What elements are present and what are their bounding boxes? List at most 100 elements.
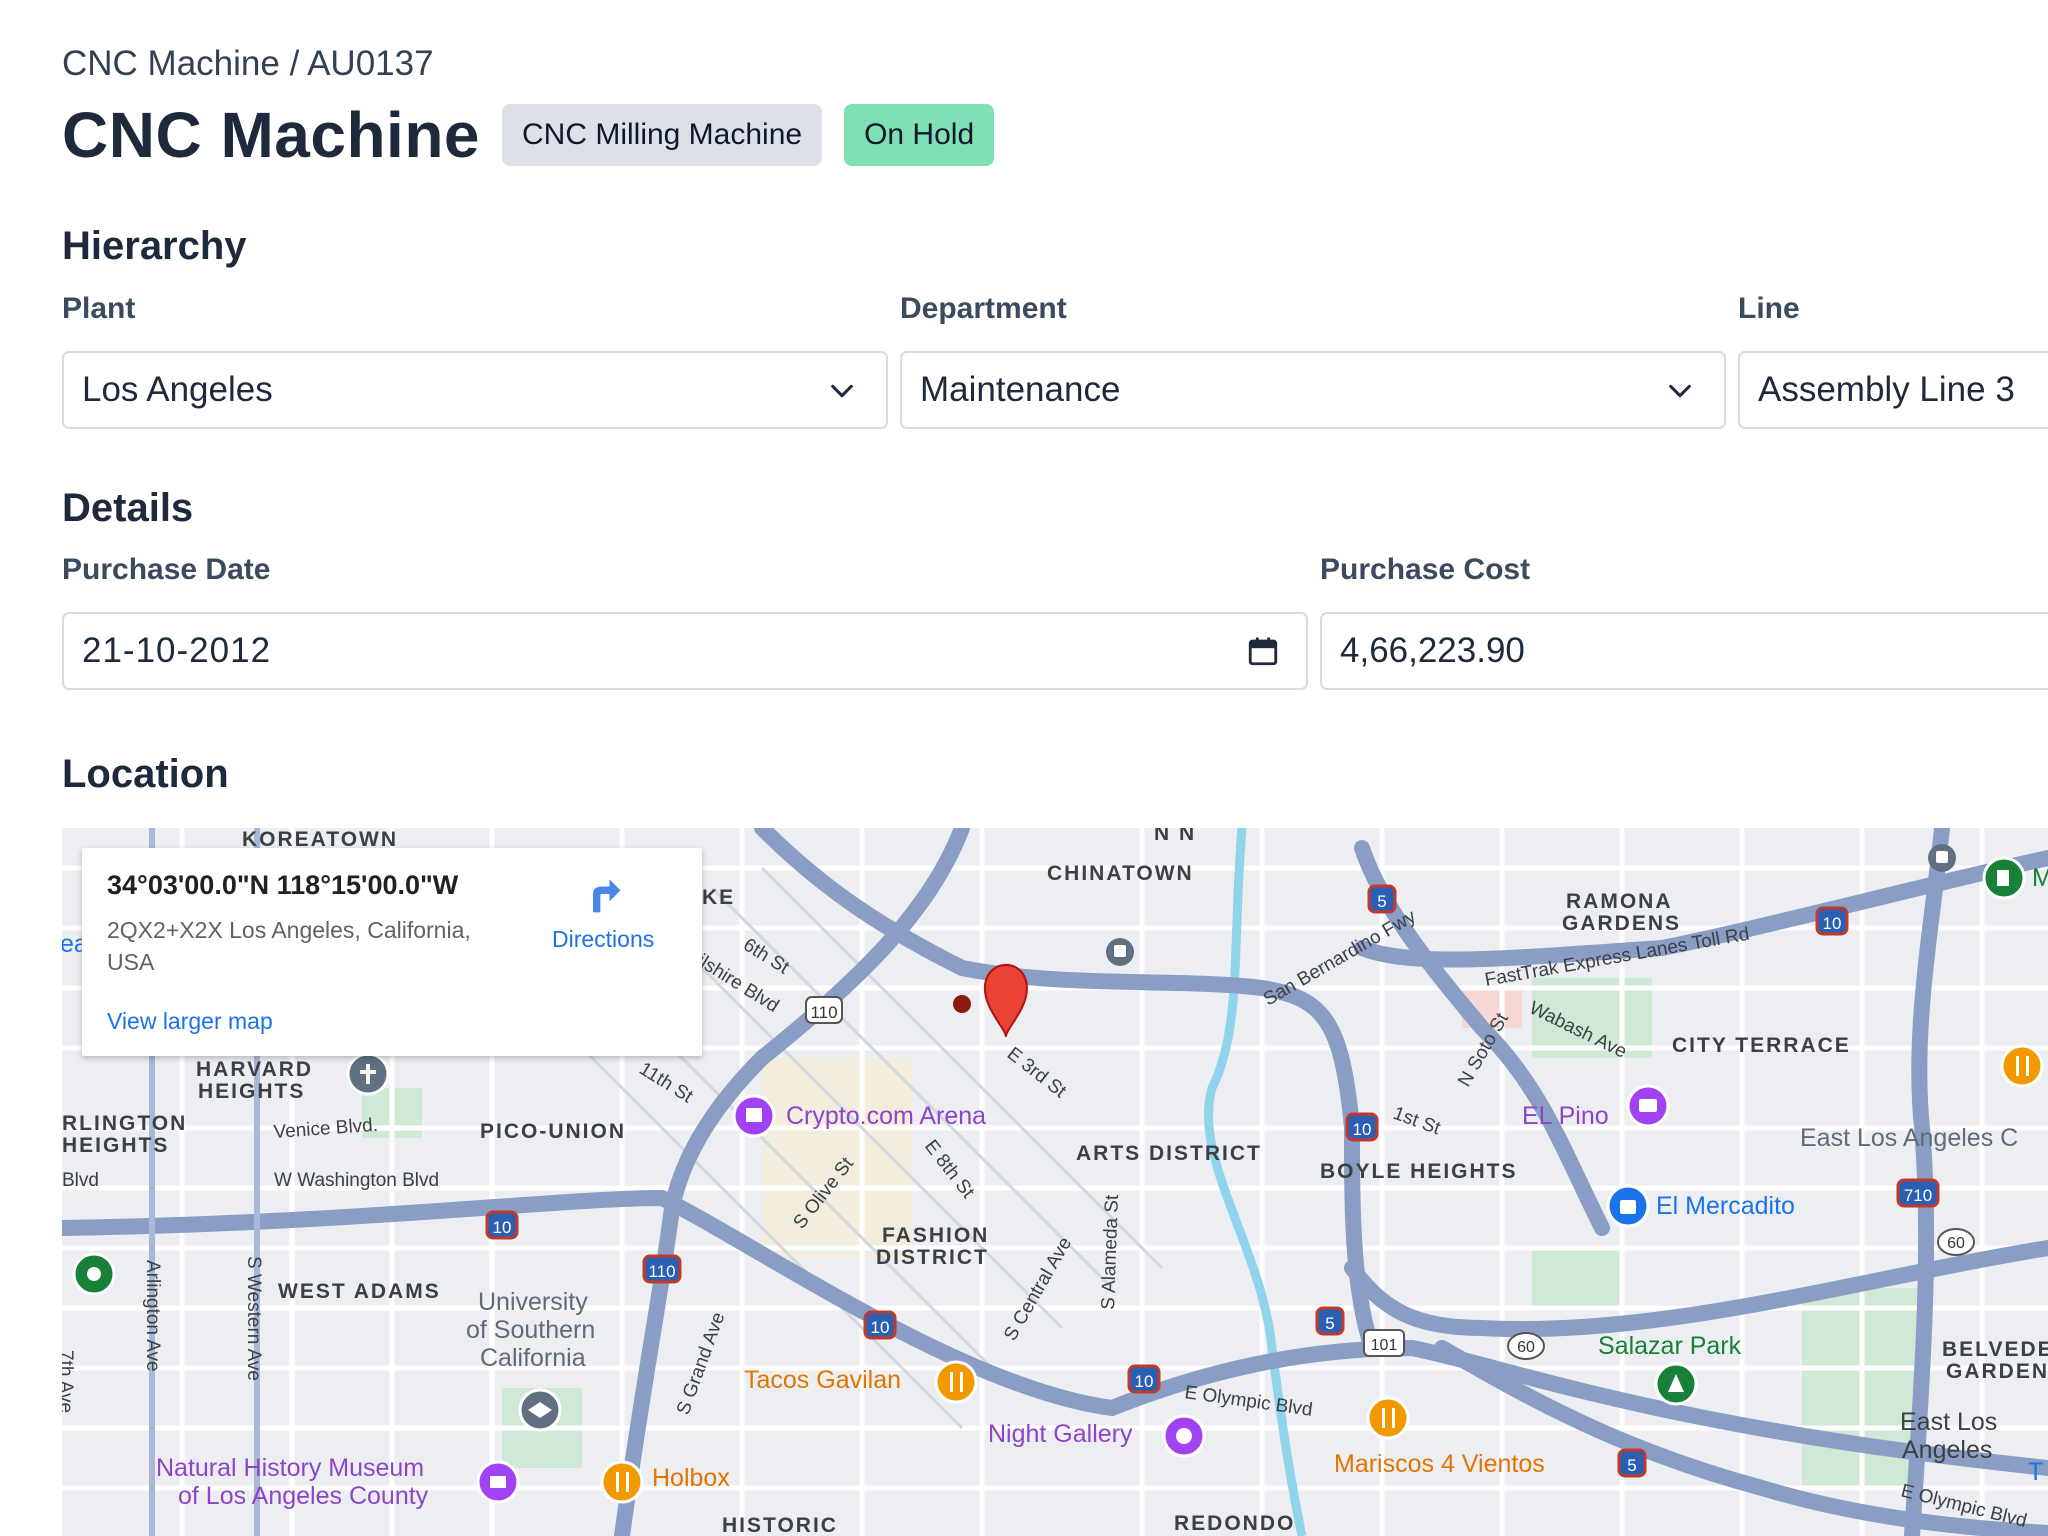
poi-label: El Mercadito — [1656, 1192, 1795, 1220]
details-heading: Details — [62, 486, 194, 530]
poi-label: of Los Angeles County — [178, 1482, 429, 1510]
map-label: GARDENS — [1562, 912, 1681, 935]
gas-icon — [1982, 856, 2026, 900]
poi-label: Natural History Museum — [156, 1454, 424, 1482]
breadcrumb[interactable]: CNC Machine / AU0137 — [62, 44, 434, 84]
plant-value: Los Angeles — [82, 370, 273, 409]
map-label: KE — [702, 886, 735, 909]
map-label: RAMONA — [1566, 890, 1673, 913]
poi-label: Mariscos 4 Vientos — [1334, 1450, 1545, 1478]
street-label: S Western Ave — [243, 1256, 264, 1381]
school-icon — [518, 1388, 562, 1432]
department-select[interactable]: Maintenance — [900, 351, 1726, 429]
map-label: BOYLE HEIGHTS — [1320, 1160, 1518, 1183]
poi-label: California — [480, 1344, 586, 1372]
hierarchy-heading: Hierarchy — [62, 224, 247, 268]
shield-label: 710 — [1904, 1186, 1932, 1205]
museum-icon — [1162, 1414, 1206, 1458]
shield-label: 10 — [871, 1318, 890, 1337]
arena-icon — [732, 1094, 776, 1138]
page-title: CNC Machine — [62, 99, 480, 171]
directions-link[interactable]: Directions — [552, 926, 654, 953]
purchase-cost-input[interactable]: 4,66,223.90 — [1320, 612, 2048, 690]
restaurant-icon — [600, 1460, 644, 1504]
poi-label: EL Pino — [1522, 1102, 1609, 1130]
restaurant-icon — [1366, 1396, 1410, 1440]
view-larger-map-link[interactable]: View larger map — [107, 1008, 273, 1035]
map-label: REDONDO — [1174, 1512, 1295, 1535]
street-label: W Washington Blvd — [274, 1170, 439, 1191]
map-label: PICO-UNION — [480, 1120, 626, 1143]
map-label: HARVARD — [196, 1058, 313, 1081]
shield-label: 5 — [1377, 892, 1386, 911]
shield-label: 60 — [1517, 1339, 1535, 1356]
street-label: Blvd — [62, 1170, 99, 1191]
transit-icon — [1106, 938, 1134, 966]
park-icon — [1654, 1362, 1698, 1406]
plant-select[interactable]: Los Angeles — [62, 351, 888, 429]
camera-icon — [1626, 1084, 1670, 1128]
map-label: GARDEN — [1946, 1360, 2048, 1383]
transit-icon — [1928, 844, 1956, 872]
street-label: 7th Ave — [62, 1350, 76, 1413]
poi-label: Angeles — [1902, 1436, 1992, 1464]
poi-label: Salazar Park — [1598, 1332, 1742, 1360]
street-label: Venice Blvd. — [273, 1115, 379, 1143]
museum-icon — [476, 1460, 520, 1504]
poi-label: East Los Angeles C — [1800, 1124, 2018, 1152]
department-value: Maintenance — [920, 370, 1121, 409]
poi-label: Crypto.com Arena — [786, 1102, 986, 1130]
address: 2QX2+X2X Los Angeles, California, USA — [107, 917, 471, 975]
poi-label: M — [2032, 864, 2048, 892]
poi-label: Tacos Gavilan — [744, 1366, 901, 1394]
title-row: CNC Machine CNC Milling Machine On Hold — [62, 98, 995, 172]
shield-label: 10 — [1353, 1120, 1372, 1139]
shield-label: 101 — [1371, 1337, 1398, 1354]
purchase-date-label: Purchase Date — [62, 553, 271, 586]
line-select[interactable]: Assembly Line 3 — [1738, 351, 2048, 429]
park-area — [1532, 1248, 1622, 1308]
map-info-card: 34°03'00.0"N 118°15'00.0"W 2QX2+X2X Los … — [82, 848, 702, 1056]
garden-icon — [72, 1252, 116, 1296]
poi-label: East Los — [1900, 1408, 1997, 1436]
shield-label: 10 — [1823, 914, 1842, 933]
church-icon — [346, 1052, 390, 1096]
purchase-date-input[interactable]: 21-10-2012 — [62, 612, 1308, 690]
street-label: S Alameda St — [1098, 1194, 1123, 1311]
purchase-cost-value: 4,66,223.90 — [1340, 631, 1525, 670]
map-label: WEST ADAMS — [278, 1280, 441, 1303]
map-label: HEIGHTS — [198, 1080, 305, 1103]
shield-label: 110 — [648, 1262, 675, 1281]
shield-label: 10 — [493, 1218, 512, 1237]
line-label: Line — [1738, 292, 1800, 325]
plant-label: Plant — [62, 292, 136, 325]
restaurant-icon — [2000, 1044, 2044, 1088]
map-label: CITY TERRACE — [1672, 1034, 1851, 1057]
street-label: E Olympic Blvd — [1183, 1382, 1313, 1421]
map-label: N N — [1154, 828, 1196, 845]
shield-label: 60 — [1947, 1235, 1965, 1252]
map-label: ARTS DISTRICT — [1076, 1142, 1262, 1165]
map-label: RLINGTON — [62, 1112, 187, 1135]
purchase-date-value: 21-10-2012 — [82, 631, 272, 670]
street-label: S Grand Ave — [673, 1310, 729, 1418]
status-badge: On Hold — [844, 104, 995, 166]
map-label: CHINATOWN — [1047, 862, 1194, 885]
line-value: Assembly Line 3 — [1758, 370, 2015, 409]
shield-label: 5 — [1627, 1456, 1636, 1475]
directions-icon[interactable] — [582, 872, 626, 916]
calendar-icon[interactable] — [1246, 634, 1280, 668]
street-label: Arlington Ave — [142, 1260, 163, 1372]
chevron-down-icon — [831, 384, 853, 398]
map-label: HISTORIC — [722, 1514, 838, 1536]
map-label: DISTRICT — [876, 1246, 989, 1269]
department-label: Department — [900, 292, 1067, 325]
poi-label: Holbox — [652, 1464, 730, 1492]
map-label: FASHION — [882, 1224, 989, 1247]
shield-label: 10 — [1135, 1372, 1154, 1391]
poi-label: University — [478, 1288, 588, 1316]
restaurant-icon — [934, 1360, 978, 1404]
shield-label: 110 — [810, 1003, 837, 1022]
street-label: E 3rd St — [1003, 1043, 1071, 1102]
street-label: 1st St — [1390, 1103, 1444, 1140]
